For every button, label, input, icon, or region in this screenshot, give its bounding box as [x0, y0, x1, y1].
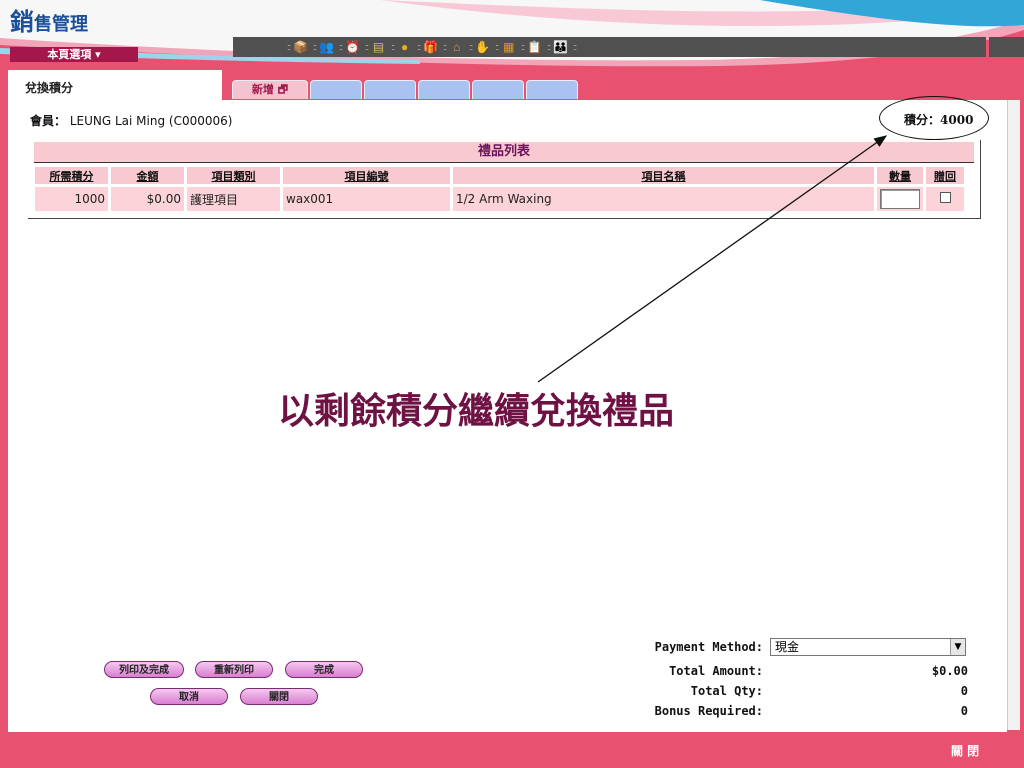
toolbar-item[interactable]: :: 👥: [311, 39, 335, 56]
toolbar-item[interactable]: :: 👪: [545, 39, 569, 56]
close-button[interactable]: 關閉: [240, 688, 318, 705]
col-points[interactable]: 所需積分: [35, 167, 108, 184]
return-checkbox[interactable]: [939, 192, 951, 203]
toolbar-item[interactable]: :: ●: [389, 39, 413, 56]
app-header: 銷售管理 本頁選項 ▾: [0, 0, 1024, 70]
people-icon[interactable]: 👥: [318, 39, 335, 56]
toolbar-item[interactable]: :: 🎁: [415, 39, 439, 56]
cell-name: 1/2 Arm Waxing: [453, 187, 874, 211]
toolbar-item[interactable]: :: ⌂: [441, 39, 465, 56]
reprint-button[interactable]: 重新列印: [195, 661, 273, 678]
toolbar-item[interactable]: :: ✋: [467, 39, 491, 56]
toolbar-separator: ::: [469, 42, 473, 52]
toolbar-separator: ::: [287, 42, 291, 52]
points-info: 積分：4000: [904, 111, 973, 128]
gift-list-title: 禮品列表: [34, 142, 974, 163]
payment-method-label: Payment Method:: [654, 640, 763, 654]
cell-points: 1000: [35, 187, 108, 211]
col-name[interactable]: 項目名稱: [453, 167, 874, 184]
toolbar-separator: ::: [521, 42, 525, 52]
cell-category: 護理項目: [187, 187, 280, 211]
col-qty[interactable]: 數量: [877, 167, 923, 184]
tab-4[interactable]: [418, 80, 470, 99]
col-category[interactable]: 項目類別: [187, 167, 280, 184]
annotation-text: 以剩餘積分繼續兌換禮品: [278, 391, 675, 432]
home-icon[interactable]: ⌂: [448, 39, 465, 56]
hand-icon[interactable]: ✋: [474, 39, 491, 56]
toolbar-separator: ::: [443, 42, 447, 52]
toolbar-separator: ::: [417, 42, 421, 52]
toolbar-separator: ::: [313, 42, 317, 52]
total-qty-label: Total Qty:: [690, 684, 763, 698]
dropdown-arrow-icon[interactable]: ▼: [950, 639, 965, 655]
clipboard-icon[interactable]: 📋: [526, 39, 543, 56]
member-label: 會員：: [30, 114, 67, 128]
main-content: 會員： LEUNG Lai Ming (C000006) 積分：4000 禮品列…: [8, 96, 1007, 732]
app-title-first: 銷: [10, 8, 34, 36]
col-code[interactable]: 項目編號: [283, 167, 450, 184]
app-title: 銷售管理: [10, 2, 88, 37]
calculator-icon[interactable]: ▦: [500, 39, 517, 56]
member-value: LEUNG Lai Ming (C000006): [69, 114, 233, 128]
group-icon[interactable]: 👪: [552, 39, 569, 56]
toolbar-item[interactable]: :: 📋: [519, 39, 543, 56]
finish-button[interactable]: 完成: [285, 661, 363, 678]
toolbar-separator: ::: [391, 42, 395, 52]
toolbar-item[interactable]: :: 📦: [285, 39, 309, 56]
main-toolbar: :: 📦:: 👥:: ⏰:: ▤:: ●:: 🎁:: ⌂:: ✋:: ▦:: 📋:: 👪::: [233, 37, 986, 57]
clock-icon[interactable]: ⏰: [344, 39, 361, 56]
print-finish-button[interactable]: 列印及完成: [104, 661, 184, 678]
right-scroll-rail[interactable]: [1007, 100, 1020, 730]
gift-icon[interactable]: 🎁: [422, 39, 439, 56]
toolbar-separator: ::: [339, 42, 343, 52]
bonus-required-value: 0: [960, 704, 968, 718]
payment-method-select[interactable]: 現金 ▼: [770, 638, 966, 656]
box-icon[interactable]: 📦: [292, 39, 309, 56]
toolbar-separator: ::: [365, 42, 369, 52]
table-row: 1000 $0.00 護理項目 wax001 1/2 Arm Waxing: [35, 187, 964, 211]
tab-add[interactable]: 新增 🗗: [232, 80, 308, 99]
total-amount-label: Total Amount:: [669, 664, 763, 678]
total-qty-value: 0: [960, 684, 968, 698]
tab-5[interactable]: [472, 80, 524, 99]
bonus-required-label: Bonus Required:: [654, 704, 763, 718]
cell-return: [926, 187, 964, 211]
tab-3[interactable]: [364, 80, 416, 99]
payment-method-value: 現金: [775, 640, 800, 654]
gift-table: 所需積分 金額 項目類別 項目編號 項目名稱 數量 贈回 1000 $0.00 …: [32, 164, 967, 214]
points-label: 積分：: [904, 113, 941, 127]
footer-close-button[interactable]: 關 閉: [951, 742, 979, 759]
cell-amount: $0.00: [111, 187, 184, 211]
total-amount-value: $0.00: [931, 664, 968, 678]
page-options-menu[interactable]: 本頁選項 ▾: [10, 47, 138, 62]
report-icon[interactable]: ▤: [370, 39, 387, 56]
col-return[interactable]: 贈回: [926, 167, 964, 184]
cell-qty: [877, 187, 923, 211]
coin-icon[interactable]: ●: [396, 39, 413, 56]
tab-2[interactable]: [310, 80, 362, 99]
tab-bar: 新增 🗗: [232, 80, 580, 100]
toolbar-separator: ::: [573, 42, 577, 52]
col-amount[interactable]: 金額: [111, 167, 184, 184]
tab-6[interactable]: [526, 80, 578, 99]
member-info: 會員： LEUNG Lai Ming (C000006): [30, 112, 232, 129]
panel-title: 兌換積分: [8, 70, 222, 100]
toolbar-item[interactable]: :: ▤: [363, 39, 387, 56]
toolbar-item[interactable]: :: ⏰: [337, 39, 361, 56]
toolbar-separator: ::: [547, 42, 551, 52]
app-title-rest: 售管理: [34, 14, 88, 35]
header-swoosh: [0, 0, 1024, 70]
toolbar-end: [989, 37, 1024, 57]
cell-code: wax001: [283, 187, 450, 211]
toolbar-separator: ::: [495, 42, 499, 52]
toolbar-item[interactable]: :: ▦: [493, 39, 517, 56]
cancel-button[interactable]: 取消: [150, 688, 228, 705]
quantity-input[interactable]: [880, 189, 920, 209]
points-value: 4000: [940, 113, 974, 127]
